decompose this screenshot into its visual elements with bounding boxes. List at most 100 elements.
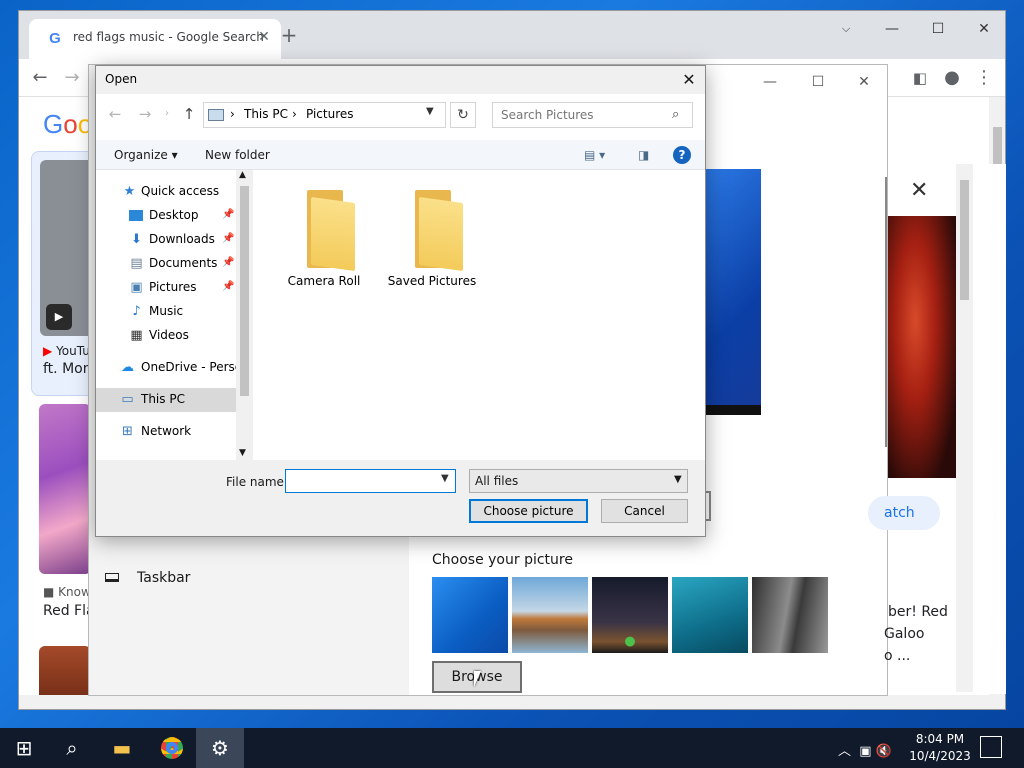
horizontal-scrollbar[interactable]	[19, 695, 989, 709]
watch-button[interactable]: atch	[868, 496, 940, 530]
viewer-image[interactable]	[888, 216, 956, 478]
clock-time: 8:04 PM	[915, 732, 965, 746]
address-bar[interactable]: › This PC › Pictures ▼	[203, 102, 446, 128]
close-icon[interactable]: ✕	[910, 178, 928, 203]
file-type-select[interactable]: All files ▼	[469, 469, 688, 493]
file-name-input[interactable]	[285, 469, 456, 493]
nav-scrollbar[interactable]: ▲ ▼	[236, 170, 253, 460]
pictures-icon: ▣	[130, 280, 143, 295]
source-label: ■ Know	[43, 585, 91, 599]
up-arrow-icon[interactable]: ↑	[180, 105, 198, 123]
viewer-scrollbar-thumb[interactable]	[960, 180, 969, 300]
nav-item-network[interactable]: ⊞ Network	[96, 420, 236, 444]
nav-item-videos[interactable]: ▦ Videos	[96, 324, 236, 348]
new-tab-button[interactable]: +	[277, 23, 301, 47]
search-input[interactable]	[492, 102, 693, 128]
wallpaper-thumbnail-underwater[interactable]	[672, 577, 748, 653]
preview-taskbar	[705, 405, 761, 415]
new-folder-button[interactable]: New folder	[205, 148, 270, 162]
folder-saved-pictures[interactable]: Saved Pictures	[377, 186, 487, 296]
nav-item-quick-access[interactable]: ★ Quick access	[96, 180, 236, 204]
scroll-down-icon[interactable]: ▼	[239, 448, 246, 458]
settings-close-icon[interactable]: ✕	[841, 69, 887, 95]
minimize-icon[interactable]: —	[869, 15, 915, 43]
settings-scrollbar[interactable]	[885, 177, 887, 447]
result-title[interactable]: ft. Mon	[43, 361, 92, 377]
wallpaper-thumbnail-windows[interactable]	[432, 577, 508, 653]
close-tab-icon[interactable]: ✕	[255, 28, 273, 46]
help-icon[interactable]: ?	[673, 146, 691, 164]
mouse-cursor-icon	[474, 671, 486, 687]
windows-start-icon[interactable]: ⊞	[0, 728, 48, 768]
forward-arrow-icon[interactable]: →	[136, 105, 154, 123]
page-scrollbar-thumb[interactable]	[993, 127, 1002, 167]
clock[interactable]: 8:04 PM 10/4/2023	[900, 731, 980, 765]
maximize-icon[interactable]: ☐	[915, 15, 961, 43]
settings-maximize-icon[interactable]: ☐	[795, 69, 841, 95]
chevron-down-icon[interactable]: ▼	[426, 106, 434, 117]
folder-label: Camera Roll	[287, 274, 361, 288]
wallpaper-thumbnail-night[interactable]	[592, 577, 668, 653]
file-type-value: All files	[475, 474, 519, 488]
nav-item-onedrive[interactable]: ☁ OneDrive - Persor	[96, 356, 247, 380]
nav-scrollbar-thumb[interactable]	[240, 186, 249, 396]
profile-avatar-icon[interactable]: ●	[939, 65, 965, 91]
nav-item-documents[interactable]: ▤ Documents 📌	[96, 252, 236, 276]
image-viewer-panel: ✕ atch ber! Red Galoo o ...	[868, 164, 1006, 694]
desktop-icon	[129, 210, 143, 221]
caption-line: ber! Red	[888, 604, 948, 620]
close-window-icon[interactable]: ✕	[961, 15, 1005, 43]
breadcrumb-separator: ›	[292, 107, 297, 121]
wallpaper-thumbnail-rocks[interactable]	[752, 577, 828, 653]
system-tray[interactable]: ︿ ▣ 🔇	[838, 740, 892, 759]
dialog-close-icon[interactable]: ✕	[676, 69, 702, 91]
scroll-up-icon[interactable]: ▲	[239, 170, 246, 180]
search-icon[interactable]: ⌕	[48, 728, 96, 768]
chrome-icon[interactable]	[148, 728, 196, 768]
open-file-dialog: Open ✕ ← → › ↑ › This PC › Pictures ▼ ↻ …	[95, 65, 706, 537]
file-name-dropdown-icon[interactable]: ▼	[441, 473, 449, 484]
wallpaper-thumbnail-beach[interactable]	[512, 577, 588, 653]
back-arrow-icon[interactable]: ←	[106, 105, 124, 123]
nav-item-downloads[interactable]: ⬇ Downloads 📌	[96, 228, 236, 252]
recent-locations-icon[interactable]: ›	[158, 105, 176, 123]
taskbar-icon	[105, 573, 119, 582]
refresh-button[interactable]: ↻	[450, 102, 476, 128]
view-options-icon[interactable]: ▤ ▾	[584, 148, 605, 162]
preview-pane-icon[interactable]: ◨	[638, 148, 649, 162]
breadcrumb-this-pc[interactable]: This PC	[244, 107, 288, 121]
forward-arrow-icon[interactable]: →	[59, 65, 85, 91]
nav-item-desktop[interactable]: Desktop 📌	[96, 204, 236, 228]
star-icon: ★	[123, 184, 136, 199]
folder-camera-roll[interactable]: Camera Roll	[269, 186, 379, 296]
back-arrow-icon[interactable]: ←	[27, 65, 53, 91]
folder-label: Saved Pictures	[387, 274, 477, 288]
breadcrumb-separator: ›	[230, 107, 235, 121]
result-title[interactable]: Red Fla	[43, 603, 95, 619]
search-icon: ⌕	[672, 107, 680, 122]
menu-kebab-icon[interactable]: ⋮	[971, 65, 997, 91]
breadcrumb-pictures[interactable]: Pictures	[306, 107, 354, 121]
notification-icon[interactable]	[980, 736, 1002, 758]
computer-icon: ▭	[121, 392, 134, 407]
nav-item-this-pc[interactable]: ▭ This PC	[96, 388, 236, 412]
browser-tab[interactable]: G red flags music - Google Search ✕	[29, 19, 281, 59]
file-explorer-icon[interactable]: ▬	[98, 728, 146, 768]
viewer-scrollbar[interactable]	[956, 164, 973, 692]
nav-item-pictures[interactable]: ▣ Pictures 📌	[96, 276, 236, 300]
pin-icon: 📌	[222, 281, 235, 292]
sidepanel-icon[interactable]: ◧	[907, 65, 933, 91]
document-icon: ▤	[130, 256, 143, 271]
choose-picture-button[interactable]: Choose picture	[469, 499, 588, 523]
settings-minimize-icon[interactable]: —	[747, 69, 793, 95]
this-pc-icon	[208, 109, 224, 121]
video-icon: ▦	[130, 328, 143, 343]
result-image[interactable]	[39, 404, 91, 574]
cancel-button[interactable]: Cancel	[601, 499, 688, 523]
organize-button[interactable]: Organize ▾	[114, 148, 178, 162]
settings-app-icon[interactable]: ⚙	[196, 728, 244, 768]
nav-item-music[interactable]: ♪ Music	[96, 300, 236, 324]
pin-icon: 📌	[222, 257, 235, 268]
tab-search-icon[interactable]: ⌵	[823, 15, 869, 43]
folder-icon	[307, 190, 359, 272]
